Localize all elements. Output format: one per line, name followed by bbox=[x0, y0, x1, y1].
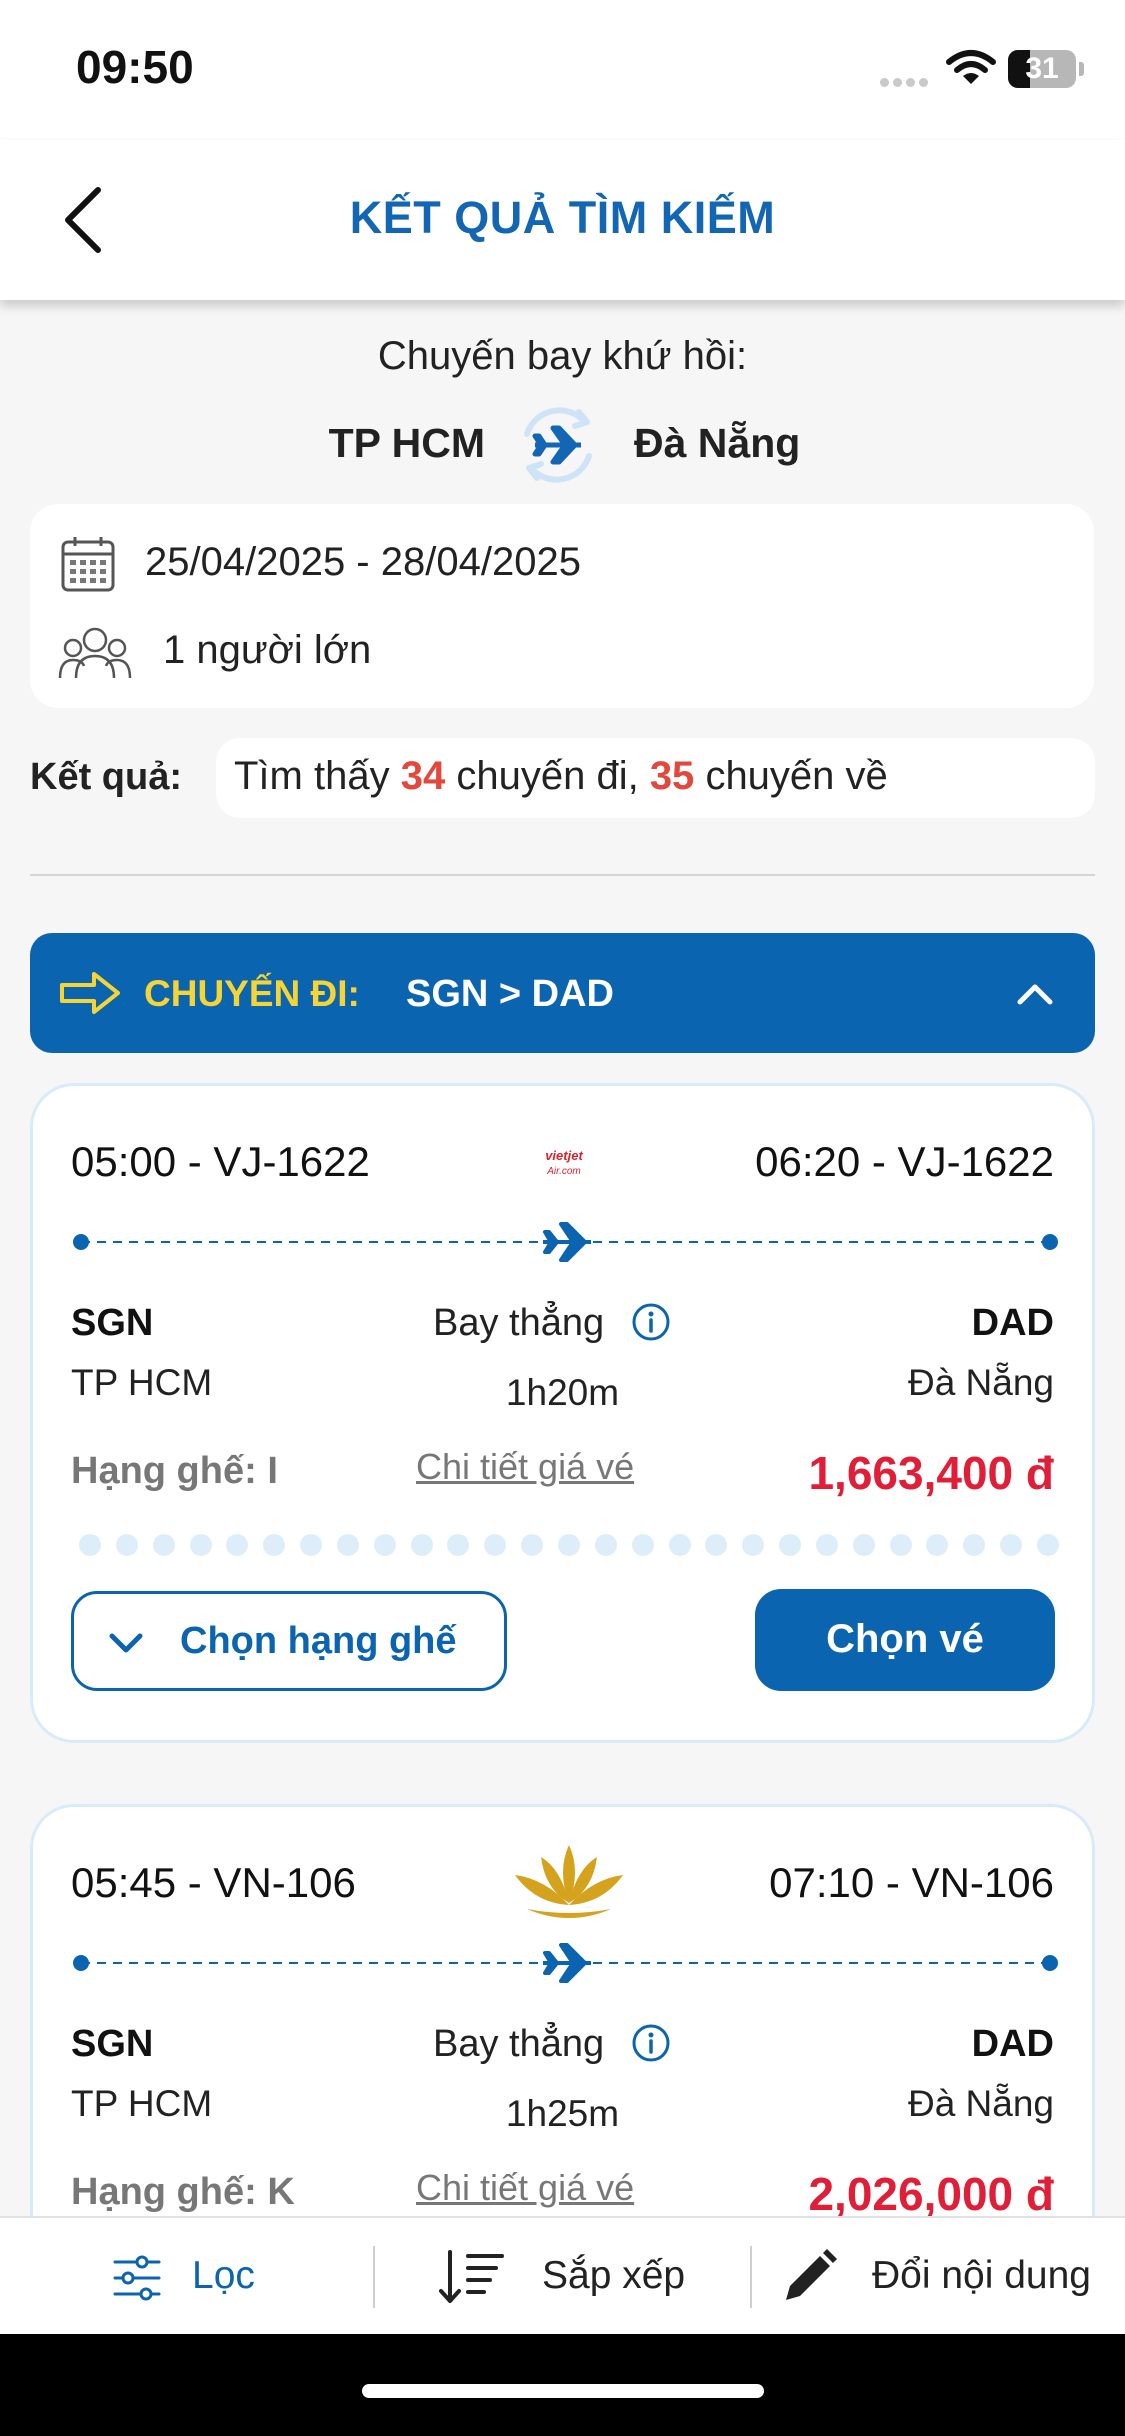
results-text: Tìm thấy 34 chuyến đi, 35 chuyến về bbox=[234, 754, 888, 798]
route-from: TP HCM bbox=[328, 420, 485, 466]
dotted-divider bbox=[79, 1534, 1059, 1558]
route-to: Đà Nẵng bbox=[634, 420, 801, 466]
fare-detail-link[interactable]: Chi tiết giá vé bbox=[416, 1446, 634, 1488]
arrow-right-icon bbox=[60, 972, 120, 1014]
svg-text:Air.com: Air.com bbox=[546, 1166, 581, 1177]
ticket-price: 2,026,000 đ bbox=[808, 2168, 1054, 2220]
passengers-icon bbox=[58, 627, 132, 679]
fare-detail-link[interactable]: Chi tiết giá vé bbox=[416, 2167, 634, 2209]
battery-level: 31 bbox=[1025, 52, 1059, 85]
sort-icon[interactable] bbox=[438, 2248, 506, 2306]
destination-city: Đà Nẵng bbox=[907, 1362, 1054, 1403]
filter-sliders-icon[interactable] bbox=[112, 2254, 162, 2302]
route-line bbox=[73, 1943, 1058, 1983]
outbound-leg-header[interactable]: CHUYẾN ĐI: SGN > DAD bbox=[30, 933, 1095, 1053]
trip-type: Chuyến bay khứ hồi: bbox=[377, 334, 748, 378]
outbound-count: 34 bbox=[400, 754, 446, 798]
toolbar-separator bbox=[373, 2246, 375, 2308]
wifi-icon bbox=[946, 50, 996, 84]
leg-route: SGN > DAD bbox=[406, 973, 614, 1015]
arrival-time-flight: 07:10 - VN-106 bbox=[769, 1859, 1054, 1906]
svg-text:vietjet: vietjet bbox=[545, 1148, 583, 1163]
route-line bbox=[73, 1222, 1058, 1262]
travel-dates: 25/04/2025 - 28/04/2025 bbox=[145, 540, 581, 584]
home-indicator[interactable] bbox=[362, 2384, 764, 2398]
pencil-icon[interactable] bbox=[780, 2248, 838, 2306]
divider bbox=[30, 874, 1095, 876]
info-icon[interactable] bbox=[631, 2023, 671, 2063]
ticket-price: 1,663,400 đ bbox=[808, 1447, 1054, 1499]
battery-icon: 31 bbox=[1008, 50, 1084, 88]
header: KẾT QUẢ TÌM KIẾM bbox=[0, 140, 1125, 300]
origin-code: SGN bbox=[71, 1302, 154, 1344]
seat-class: Hạng ghế: K bbox=[71, 2171, 295, 2213]
status-bar: 09:50 31 bbox=[0, 0, 1125, 140]
seat-class: Hạng ghế: I bbox=[71, 1450, 278, 1492]
choose-seat-class-label: Chọn hạng ghế bbox=[180, 1620, 457, 1662]
vietnam-airlines-lotus-logo bbox=[515, 1845, 623, 1918]
chevron-up-icon[interactable] bbox=[1010, 969, 1060, 1019]
passenger-count: 1 người lớn bbox=[163, 628, 372, 672]
status-time: 09:50 bbox=[76, 41, 194, 93]
arrival-time-flight: 06:20 - VJ-1622 bbox=[755, 1138, 1054, 1185]
vietjet-logo: vietjet Air.com bbox=[545, 1148, 583, 1177]
return-count: 35 bbox=[649, 754, 695, 798]
info-icon[interactable] bbox=[631, 1302, 671, 1342]
leg-label: CHUYẾN ĐI: bbox=[144, 973, 360, 1014]
origin-code: SGN bbox=[71, 2023, 154, 2065]
destination-code: DAD bbox=[971, 1302, 1054, 1344]
chevron-down-icon bbox=[109, 1633, 143, 1653]
sort-button[interactable]: Sắp xếp bbox=[542, 2254, 685, 2298]
stop-type: Bay thẳng bbox=[433, 1302, 605, 1344]
bottom-toolbar: Lọc Sắp xếp Đổi nội dung bbox=[0, 2216, 1125, 2334]
toolbar-separator bbox=[750, 2246, 752, 2308]
search-info-card: 25/04/2025 - 28/04/2025 1 người lớn bbox=[30, 504, 1094, 708]
stop-type: Bay thẳng bbox=[433, 2023, 605, 2065]
results-summary: Tìm thấy 34 chuyến đi, 35 chuyến về bbox=[216, 738, 1095, 818]
departure-time-flight: 05:00 - VJ-1622 bbox=[71, 1138, 370, 1185]
choose-seat-class-button[interactable]: Chọn hạng ghế bbox=[71, 1591, 507, 1691]
flight-card[interactable]: 05:00 - VJ-1622 vietjet Air.com 06:20 - … bbox=[30, 1083, 1095, 1743]
edit-search-button[interactable]: Đổi nội dung bbox=[872, 2254, 1091, 2298]
choose-ticket-label: Chọn vé bbox=[826, 1617, 984, 1661]
roundtrip-plane-icon bbox=[524, 407, 592, 483]
departure-time-flight: 05:45 - VN-106 bbox=[71, 1859, 356, 1906]
results-label: Kết quả: bbox=[30, 756, 182, 798]
destination-city: Đà Nẵng bbox=[907, 2083, 1054, 2124]
calendar-icon bbox=[61, 537, 115, 592]
page-title: KẾT QUẢ TÌM KIẾM bbox=[349, 192, 776, 243]
choose-ticket-button[interactable]: Chọn vé bbox=[755, 1589, 1055, 1691]
cellular-signal-icon bbox=[880, 74, 936, 87]
home-bar bbox=[0, 2334, 1125, 2436]
filter-button[interactable]: Lọc bbox=[192, 2254, 255, 2298]
destination-code: DAD bbox=[971, 2023, 1054, 2065]
